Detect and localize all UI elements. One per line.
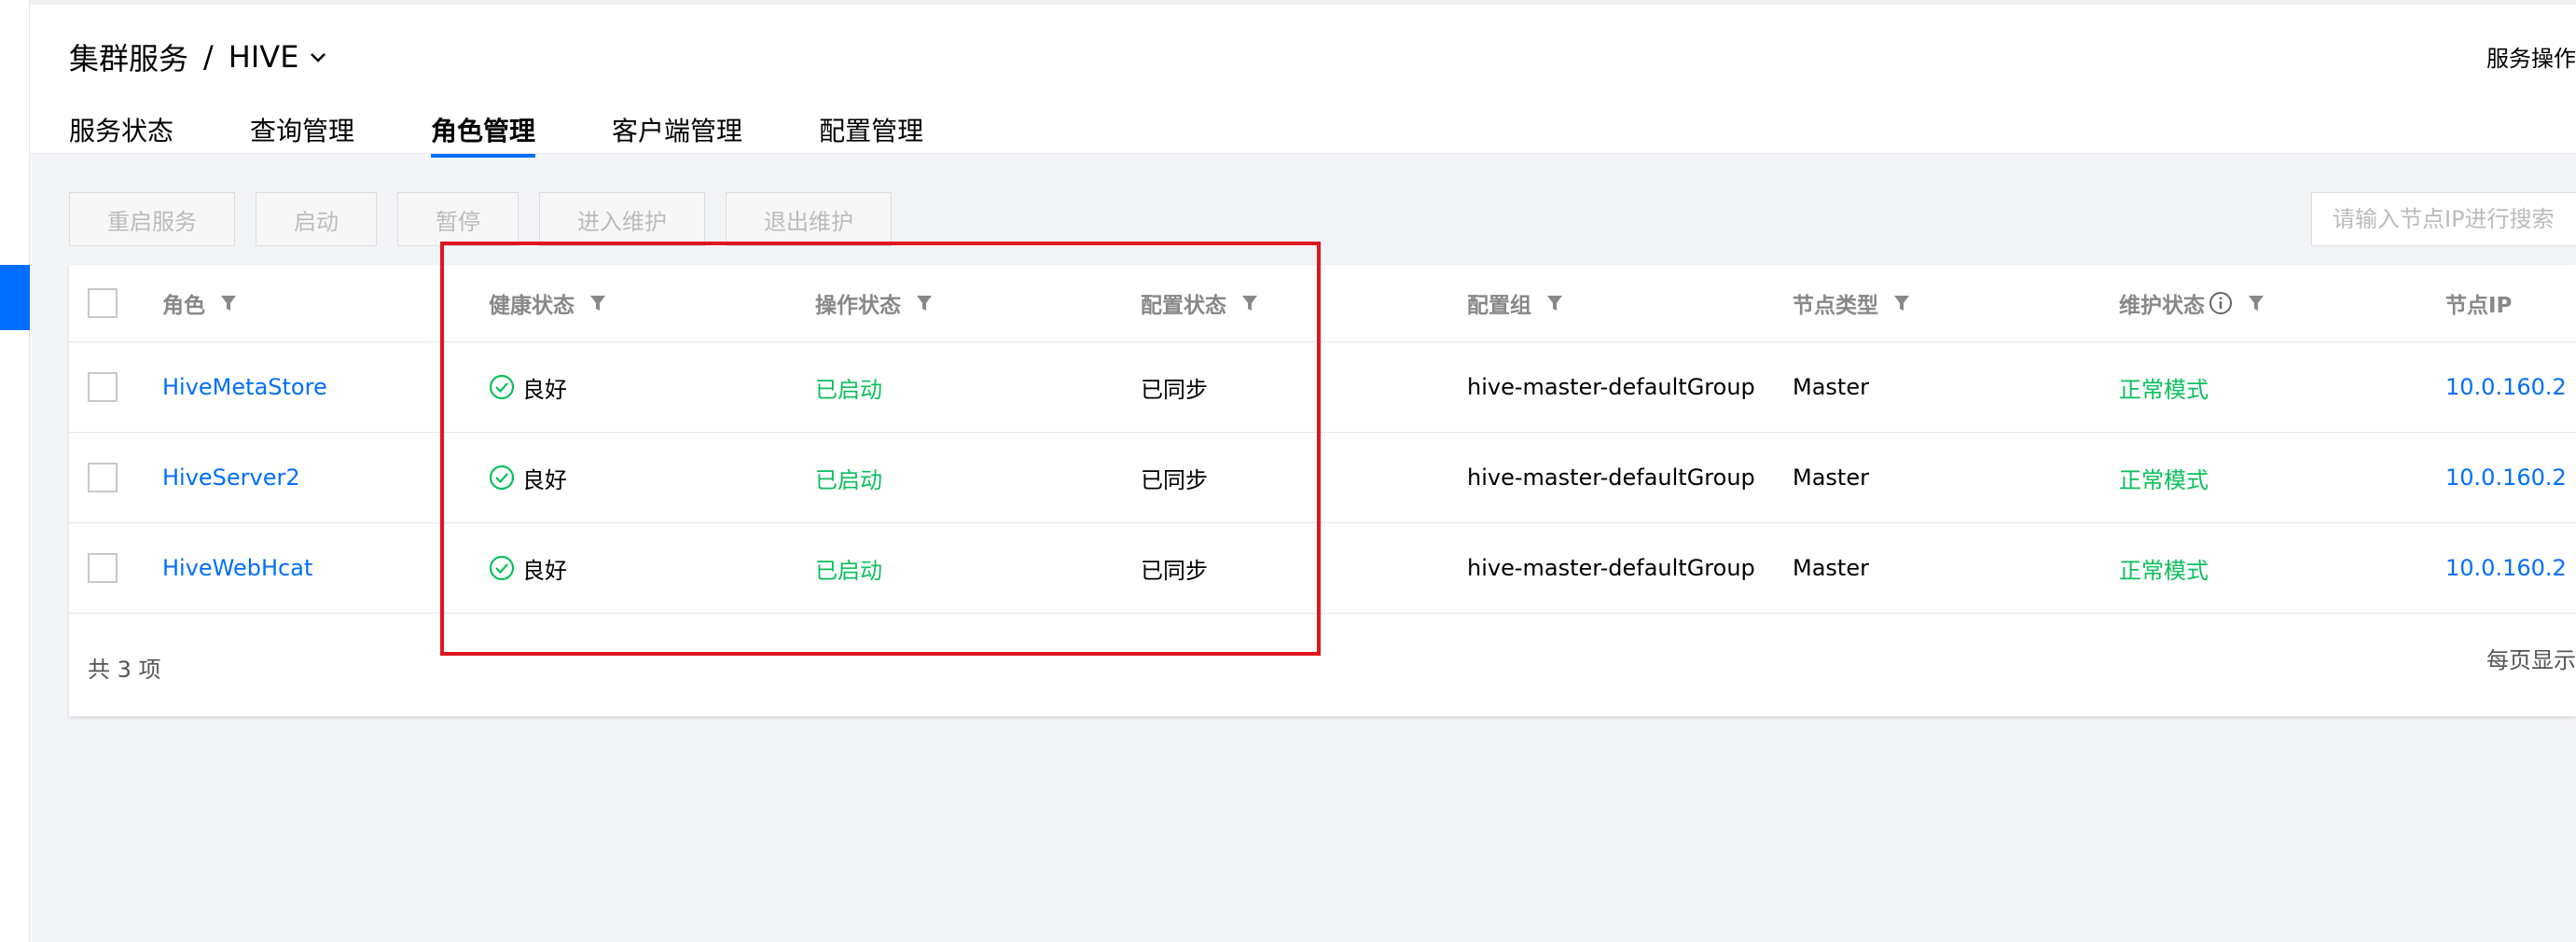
column-node-type: 节点类型 bbox=[1793, 265, 1910, 341]
column-config-status-label: 配置状态 bbox=[1141, 287, 1226, 319]
sidebar-active-indicator[interactable] bbox=[0, 265, 30, 330]
node-ip-link[interactable]: 10.0.160.2 bbox=[2445, 342, 2567, 432]
node-ip-link[interactable]: 10.0.160.2 bbox=[2445, 523, 2567, 613]
maintenance-status: 正常模式 bbox=[2119, 342, 2209, 432]
tab-config-management[interactable]: 配置管理 bbox=[819, 109, 923, 158]
column-health: 健康状态 bbox=[489, 265, 606, 341]
tab-role-management[interactable]: 角色管理 bbox=[431, 109, 535, 158]
role-table: 角色 健康状态 操作状态 配置状态 配置组 节点类型 维护状态 bbox=[69, 265, 2576, 716]
column-config-group-label: 配置组 bbox=[1467, 287, 1531, 319]
tab-query-management[interactable]: 查询管理 bbox=[250, 109, 354, 158]
config-status: 已同步 bbox=[1141, 342, 1208, 432]
tab-bar: 服务状态 查询管理 角色管理 客户端管理 配置管理 bbox=[69, 109, 1000, 158]
column-config-group: 配置组 bbox=[1467, 265, 1563, 341]
config-group: hive-master-defaultGroup bbox=[1467, 433, 1755, 522]
breadcrumb-parent[interactable]: 集群服务 bbox=[69, 35, 188, 78]
column-maintenance-label: 维护状态 bbox=[2119, 287, 2205, 319]
maintenance-status: 正常模式 bbox=[2119, 433, 2209, 522]
restart-service-button[interactable]: 重启服务 bbox=[69, 192, 235, 246]
node-ip-search-input[interactable] bbox=[2311, 192, 2576, 246]
operation-status: 已启动 bbox=[815, 342, 882, 432]
health-text: 良好 bbox=[522, 552, 567, 585]
check-circle-icon bbox=[489, 464, 515, 491]
operation-status: 已启动 bbox=[815, 523, 882, 613]
row-checkbox[interactable] bbox=[88, 463, 118, 492]
filter-icon[interactable] bbox=[220, 294, 237, 312]
role-link[interactable]: HiveMetaStore bbox=[162, 342, 327, 432]
node-type: Master bbox=[1793, 523, 1869, 613]
breadcrumb-current[interactable]: HIVE bbox=[229, 39, 299, 75]
page-size-selector[interactable]: 每页显示 bbox=[2486, 642, 2576, 674]
filter-icon[interactable] bbox=[589, 294, 606, 312]
maintenance-status: 正常模式 bbox=[2119, 523, 2209, 613]
pause-button[interactable]: 暂停 bbox=[397, 192, 519, 246]
config-group: hive-master-defaultGroup bbox=[1467, 523, 1755, 613]
breadcrumb-separator: / bbox=[203, 39, 214, 75]
operation-status: 已启动 bbox=[815, 433, 882, 522]
column-node-ip-label: 节点IP bbox=[2445, 287, 2512, 319]
breadcrumb: 集群服务 / HIVE bbox=[69, 36, 326, 77]
check-circle-icon bbox=[489, 374, 515, 400]
filter-icon[interactable] bbox=[1893, 294, 1910, 312]
config-status: 已同步 bbox=[1141, 433, 1208, 522]
node-ip-link[interactable]: 10.0.160.2 bbox=[2445, 433, 2567, 522]
enter-maintenance-button[interactable]: 进入维护 bbox=[539, 192, 705, 246]
total-count: 共 3 项 bbox=[88, 651, 161, 684]
health-text: 良好 bbox=[522, 371, 567, 404]
tab-client-management[interactable]: 客户端管理 bbox=[612, 109, 742, 158]
column-role: 角色 bbox=[162, 265, 237, 341]
config-status: 已同步 bbox=[1141, 523, 1208, 613]
column-config-status: 配置状态 bbox=[1141, 265, 1258, 341]
select-all-checkbox[interactable] bbox=[88, 288, 118, 318]
row-checkbox[interactable] bbox=[88, 553, 118, 583]
service-ops-button[interactable]: 服务操作 bbox=[2486, 40, 2576, 73]
filter-icon[interactable] bbox=[1241, 294, 1258, 312]
health-cell: 良好 bbox=[489, 342, 567, 432]
row-checkbox[interactable] bbox=[88, 372, 118, 402]
node-type: Master bbox=[1793, 342, 1869, 432]
column-node-ip: 节点IP bbox=[2445, 265, 2512, 341]
filter-icon[interactable] bbox=[916, 294, 933, 312]
table-row: HiveWebHcat 良好 已启动 已同步 hive-master-defau… bbox=[69, 523, 2576, 614]
info-icon[interactable] bbox=[2209, 291, 2233, 315]
sidebar bbox=[0, 0, 30, 942]
tab-service-status[interactable]: 服务状态 bbox=[69, 109, 173, 158]
check-circle-icon bbox=[489, 555, 515, 581]
table-row: HiveMetaStore 良好 已启动 已同步 hive-master-def… bbox=[69, 342, 2576, 433]
page-header: 集群服务 / HIVE 服务操作 服务状态 查询管理 角色管理 客户端管理 配置… bbox=[30, 5, 2576, 154]
action-toolbar: 重启服务 启动 暂停 进入维护 退出维护 bbox=[69, 192, 912, 246]
column-role-label: 角色 bbox=[162, 287, 205, 319]
role-link[interactable]: HiveWebHcat bbox=[162, 523, 312, 613]
filter-icon[interactable] bbox=[2248, 294, 2264, 312]
column-operation-status-label: 操作状态 bbox=[815, 287, 901, 319]
column-node-type-label: 节点类型 bbox=[1793, 287, 1878, 319]
filter-icon[interactable] bbox=[1546, 294, 1563, 312]
table-row: HiveServer2 良好 已启动 已同步 hive-master-defau… bbox=[69, 433, 2576, 523]
start-button[interactable]: 启动 bbox=[256, 192, 377, 246]
table-header-row: 角色 健康状态 操作状态 配置状态 配置组 节点类型 维护状态 bbox=[69, 265, 2576, 342]
column-operation-status: 操作状态 bbox=[815, 265, 933, 341]
health-text: 良好 bbox=[522, 462, 567, 494]
exit-maintenance-button[interactable]: 退出维护 bbox=[726, 192, 892, 246]
chevron-down-icon[interactable] bbox=[310, 46, 326, 69]
health-cell: 良好 bbox=[489, 523, 567, 613]
column-health-label: 健康状态 bbox=[489, 287, 575, 319]
node-type: Master bbox=[1793, 433, 1869, 522]
column-maintenance: 维护状态 bbox=[2119, 265, 2264, 341]
health-cell: 良好 bbox=[489, 433, 567, 522]
role-link[interactable]: HiveServer2 bbox=[162, 433, 300, 522]
config-group: hive-master-defaultGroup bbox=[1467, 342, 1755, 432]
